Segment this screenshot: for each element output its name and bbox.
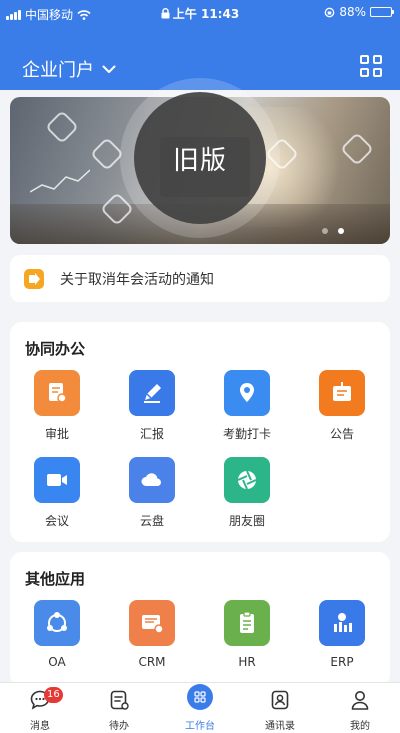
portal-switcher[interactable]: 企业门户	[22, 56, 116, 82]
status-bar: 中国移动 上午 11:43 88%	[0, 0, 400, 27]
trend-chart-icon	[30, 169, 90, 193]
tab-label: 消息	[30, 721, 50, 732]
orientation-lock-icon	[324, 7, 335, 17]
battery-percent: 88%	[339, 5, 366, 19]
cloud-icon	[129, 457, 175, 503]
app-crm-card[interactable]: CRM	[112, 600, 192, 669]
grid-menu-icon[interactable]	[360, 55, 382, 77]
camera-hex-icon	[45, 110, 79, 144]
section-title-other: 其他应用	[25, 570, 86, 588]
notice-bar[interactable]: 关于取消年会活动的通知	[10, 255, 390, 302]
app-cloud[interactable]: 云盘	[112, 457, 192, 529]
tab-workbench[interactable]: 工作台	[170, 684, 230, 732]
clipboard-icon	[224, 600, 270, 646]
carousel-dot[interactable]	[322, 228, 328, 234]
app-label: 公告	[329, 427, 354, 441]
oa-network-icon	[34, 600, 80, 646]
crm-card-icon	[129, 600, 175, 646]
video-camera-icon	[34, 457, 80, 503]
carousel-dots[interactable]	[322, 228, 344, 234]
app-clipboard[interactable]: HR	[207, 600, 287, 669]
app-label: HR	[238, 655, 256, 669]
speaker-icon	[24, 268, 44, 289]
app-pen-report[interactable]: 汇报	[112, 370, 192, 442]
app-erp-chart[interactable]: ERP	[302, 600, 382, 669]
notice-text: 关于取消年会活动的通知	[60, 271, 214, 288]
mail-hex-icon	[90, 137, 124, 171]
tab-messages[interactable]: 消息 16	[10, 687, 70, 732]
app-announcement-board[interactable]: 公告	[302, 370, 382, 442]
approval-doc-icon	[34, 370, 80, 416]
app-location-pin[interactable]: 考勤打卡	[207, 370, 287, 442]
lock-icon	[161, 8, 170, 19]
app-label: ERP	[330, 655, 354, 669]
carousel-dot-active[interactable]	[338, 228, 344, 234]
pen-report-icon	[129, 370, 175, 416]
unread-badge: 16	[44, 687, 63, 703]
erp-chart-icon	[319, 600, 365, 646]
contacts-icon	[271, 690, 289, 710]
clock-text: 上午 11:43	[172, 7, 240, 21]
portal-title: 企业门户	[22, 60, 94, 81]
tab-label: 工作台	[185, 721, 215, 732]
app-label: 会议	[44, 514, 69, 528]
tab-profile[interactable]: 我的	[330, 687, 390, 732]
todo-icon	[110, 690, 129, 710]
tab-label: 我的	[350, 721, 370, 732]
app-label: 审批	[44, 427, 69, 441]
status-right: 88%	[324, 5, 394, 19]
app-label: 朋友圈	[228, 514, 265, 528]
app-oa-network[interactable]: OA	[17, 600, 97, 669]
chevron-down-icon	[102, 65, 116, 73]
app-label: CRM	[138, 655, 166, 669]
app-label: OA	[48, 655, 66, 669]
workbench-icon	[187, 684, 213, 710]
battery-icon	[370, 7, 394, 17]
tab-label: 待办	[109, 721, 129, 732]
tab-label: 通讯录	[265, 721, 295, 732]
app-approval-doc[interactable]: 审批	[17, 370, 97, 442]
tab-contacts[interactable]: 通讯录	[250, 687, 310, 732]
collab-office-card: 协同办公 审批 汇报 考勤打卡 公告会议 云盘 朋友圈	[10, 322, 390, 542]
aperture-icon	[224, 457, 270, 503]
tab-todo[interactable]: 待办	[89, 687, 149, 732]
bottom-tab-bar: 消息 16 待办 工作台 通讯录 我的	[0, 682, 400, 733]
location-pin-icon	[224, 370, 270, 416]
section-title-collab: 协同办公	[25, 340, 86, 358]
app-aperture[interactable]: 朋友圈	[207, 457, 287, 529]
announcement-board-icon	[319, 370, 365, 416]
app-label: 考勤打卡	[222, 427, 271, 441]
profile-icon	[351, 691, 369, 710]
old-version-button[interactable]: 旧版	[134, 92, 266, 224]
other-apps-card: 其他应用 OA CRM HR ERP	[10, 552, 390, 687]
app-label: 汇报	[139, 427, 164, 441]
app-label: 云盘	[139, 514, 164, 528]
app-video-camera[interactable]: 会议	[17, 457, 97, 529]
